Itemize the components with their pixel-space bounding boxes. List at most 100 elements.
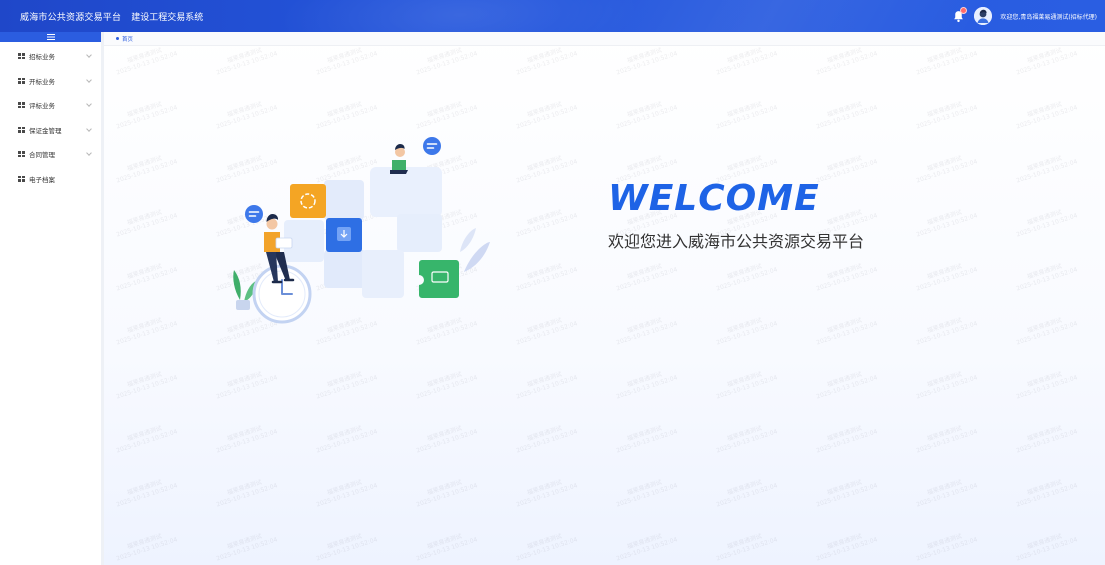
- watermark-text: 福莱易通测试2025-10-13 10:52:04: [913, 97, 979, 132]
- watermark-text: 福莱易通测试2025-10-13 10:52:04: [913, 151, 979, 186]
- watermark-line2: 2025-10-13 10:52:04: [715, 104, 779, 131]
- watermark-text: 福莱易通测试2025-10-13 10:52:04: [713, 313, 779, 348]
- grid-icon: [18, 102, 25, 109]
- watermark-text: 福莱易通测试2025-10-13 10:52:04: [1013, 97, 1079, 132]
- sidebar-item-label: 合同管理: [29, 151, 55, 160]
- watermark-text: 福莱易通测试2025-10-13 10:52:04: [913, 313, 979, 348]
- user-name[interactable]: 欢迎您,青岛福莱易通测试(招标代理): [1000, 12, 1097, 21]
- watermark-line2: 2025-10-13 10:52:04: [515, 482, 579, 509]
- watermark-text: 福莱易通测试2025-10-13 10:52:04: [1013, 43, 1079, 78]
- watermark-line2: 2025-10-13 10:52:04: [215, 50, 279, 77]
- watermark-line1: 福莱易通测试: [726, 100, 763, 119]
- sidebar-item-archive[interactable]: 电子档案: [0, 167, 101, 192]
- watermark-line2: 2025-10-13 10:52:04: [715, 428, 779, 455]
- sidebar-item-bid-evaluation[interactable]: 评标业务: [0, 93, 101, 118]
- watermark-text: 福莱易通测试2025-10-13 10:52:04: [713, 43, 779, 78]
- watermark-line2: 2025-10-13 10:52:04: [215, 482, 279, 509]
- menu-icon[interactable]: [0, 32, 101, 42]
- watermark-line2: 2025-10-13 10:52:04: [115, 212, 179, 239]
- watermark-line2: 2025-10-13 10:52:04: [115, 158, 179, 185]
- watermark-text: 福莱易通测试2025-10-13 10:52:04: [213, 97, 279, 132]
- watermark-line1: 福莱易通测试: [526, 208, 563, 227]
- sidebar-item-label: 开标业务: [29, 77, 55, 86]
- watermark-text: 福莱易通测试2025-10-13 10:52:04: [1013, 475, 1079, 510]
- welcome-area: WELCOME 欢迎您进入威海市公共资源交易平台: [608, 178, 864, 252]
- watermark-line1: 福莱易通测试: [626, 262, 663, 281]
- grid-icon: [18, 175, 25, 182]
- watermark-line1: 福莱易通测试: [726, 154, 763, 173]
- watermark-text: 福莱易通测试2025-10-13 10:52:04: [613, 97, 679, 132]
- watermark-line1: 福莱易通测试: [926, 262, 963, 281]
- tab-home[interactable]: 首页: [116, 35, 133, 43]
- platform-title[interactable]: 威海市公共资源交易平台: [20, 10, 121, 23]
- grid-icon: [18, 53, 25, 60]
- watermark-text: 福莱易通测试2025-10-13 10:52:04: [213, 367, 279, 402]
- watermark-text: 福莱易通测试2025-10-13 10:52:04: [113, 475, 179, 510]
- watermark-line1: 福莱易通测试: [626, 154, 663, 173]
- watermark-line1: 福莱易通测试: [826, 46, 863, 65]
- watermark-line2: 2025-10-13 10:52:04: [615, 374, 679, 401]
- sidebar-item-deposit[interactable]: 保证金管理: [0, 118, 101, 143]
- watermark-line2: 2025-10-13 10:52:04: [415, 428, 479, 455]
- watermark-line2: 2025-10-13 10:52:04: [915, 104, 979, 131]
- sidebar-item-bidding[interactable]: 招标业务: [0, 44, 101, 69]
- watermark-line2: 2025-10-13 10:52:04: [1015, 482, 1079, 509]
- watermark-line1: 福莱易通测试: [626, 370, 663, 389]
- watermark-line2: 2025-10-13 10:52:04: [1015, 212, 1079, 239]
- watermark-line2: 2025-10-13 10:52:04: [615, 50, 679, 77]
- watermark-line1: 福莱易通测试: [126, 100, 163, 119]
- tab-label: 首页: [122, 36, 134, 43]
- watermark-line1: 福莱易通测试: [126, 370, 163, 389]
- watermark-text: 福莱易通测试2025-10-13 10:52:04: [813, 97, 879, 132]
- sidebar-item-bid-opening[interactable]: 开标业务: [0, 69, 101, 94]
- watermark-line2: 2025-10-13 10:52:04: [815, 428, 879, 455]
- watermark-line2: 2025-10-13 10:52:04: [515, 158, 579, 185]
- watermark-line1: 福莱易通测试: [926, 424, 963, 443]
- watermark-line1: 福莱易通测试: [526, 154, 563, 173]
- notification-badge: [960, 7, 968, 14]
- watermark-line1: 福莱易通测试: [426, 100, 463, 119]
- watermark-line2: 2025-10-13 10:52:04: [815, 320, 879, 347]
- watermark-line1: 福莱易通测试: [826, 262, 863, 281]
- watermark-line2: 2025-10-13 10:52:04: [115, 374, 179, 401]
- tab-bar: 首页: [104, 32, 1105, 46]
- watermark-line1: 福莱易通测试: [126, 208, 163, 227]
- watermark-line2: 2025-10-13 10:52:04: [215, 104, 279, 131]
- watermark-line2: 2025-10-13 10:52:04: [315, 104, 379, 131]
- watermark-line1: 福莱易通测试: [1026, 46, 1063, 65]
- watermark-line1: 福莱易通测试: [226, 370, 263, 389]
- watermark-line2: 2025-10-13 10:52:04: [415, 374, 479, 401]
- watermark-text: 福莱易通测试2025-10-13 10:52:04: [813, 313, 879, 348]
- watermark-line2: 2025-10-13 10:52:04: [515, 428, 579, 455]
- watermark-line2: 2025-10-13 10:52:04: [115, 428, 179, 455]
- watermark-line2: 2025-10-13 10:52:04: [815, 374, 879, 401]
- watermark-text: 福莱易通测试2025-10-13 10:52:04: [613, 475, 679, 510]
- watermark-line1: 福莱易通测试: [226, 478, 263, 497]
- watermark-text: 福莱易通测试2025-10-13 10:52:04: [713, 421, 779, 456]
- watermark-text: 福莱易通测试2025-10-13 10:52:04: [213, 529, 279, 564]
- system-title[interactable]: 建设工程交易系统: [131, 10, 203, 23]
- watermark-line2: 2025-10-13 10:52:04: [915, 482, 979, 509]
- watermark-text: 福莱易通测试2025-10-13 10:52:04: [113, 97, 179, 132]
- watermark-line1: 福莱易通测试: [326, 424, 363, 443]
- watermark-line2: 2025-10-13 10:52:04: [815, 266, 879, 293]
- watermark-line2: 2025-10-13 10:52:04: [815, 536, 879, 563]
- watermark-line2: 2025-10-13 10:52:04: [115, 320, 179, 347]
- watermark-text: 福莱易通测试2025-10-13 10:52:04: [913, 475, 979, 510]
- watermark-line1: 福莱易通测试: [426, 46, 463, 65]
- watermark-line1: 福莱易通测试: [1026, 316, 1063, 335]
- bell-icon[interactable]: [950, 7, 968, 24]
- user-avatar-icon[interactable]: [974, 7, 993, 25]
- watermark-line1: 福莱易通测试: [426, 478, 463, 497]
- watermark-text: 福莱易通测试2025-10-13 10:52:04: [1013, 367, 1079, 402]
- watermark-line1: 福莱易通测试: [1026, 478, 1063, 497]
- watermark-text: 福莱易通测试2025-10-13 10:52:04: [113, 43, 179, 78]
- watermark-line1: 福莱易通测试: [126, 316, 163, 335]
- watermark-line1: 福莱易通测试: [226, 46, 263, 65]
- sidebar-item-contract[interactable]: 合同管理: [0, 142, 101, 167]
- watermark-line1: 福莱易通测试: [1026, 370, 1063, 389]
- watermark-line1: 福莱易通测试: [826, 154, 863, 173]
- watermark-text: 福莱易通测试2025-10-13 10:52:04: [613, 259, 679, 294]
- watermark-line1: 福莱易通测试: [926, 46, 963, 65]
- watermark-line1: 福莱易通测试: [226, 424, 263, 443]
